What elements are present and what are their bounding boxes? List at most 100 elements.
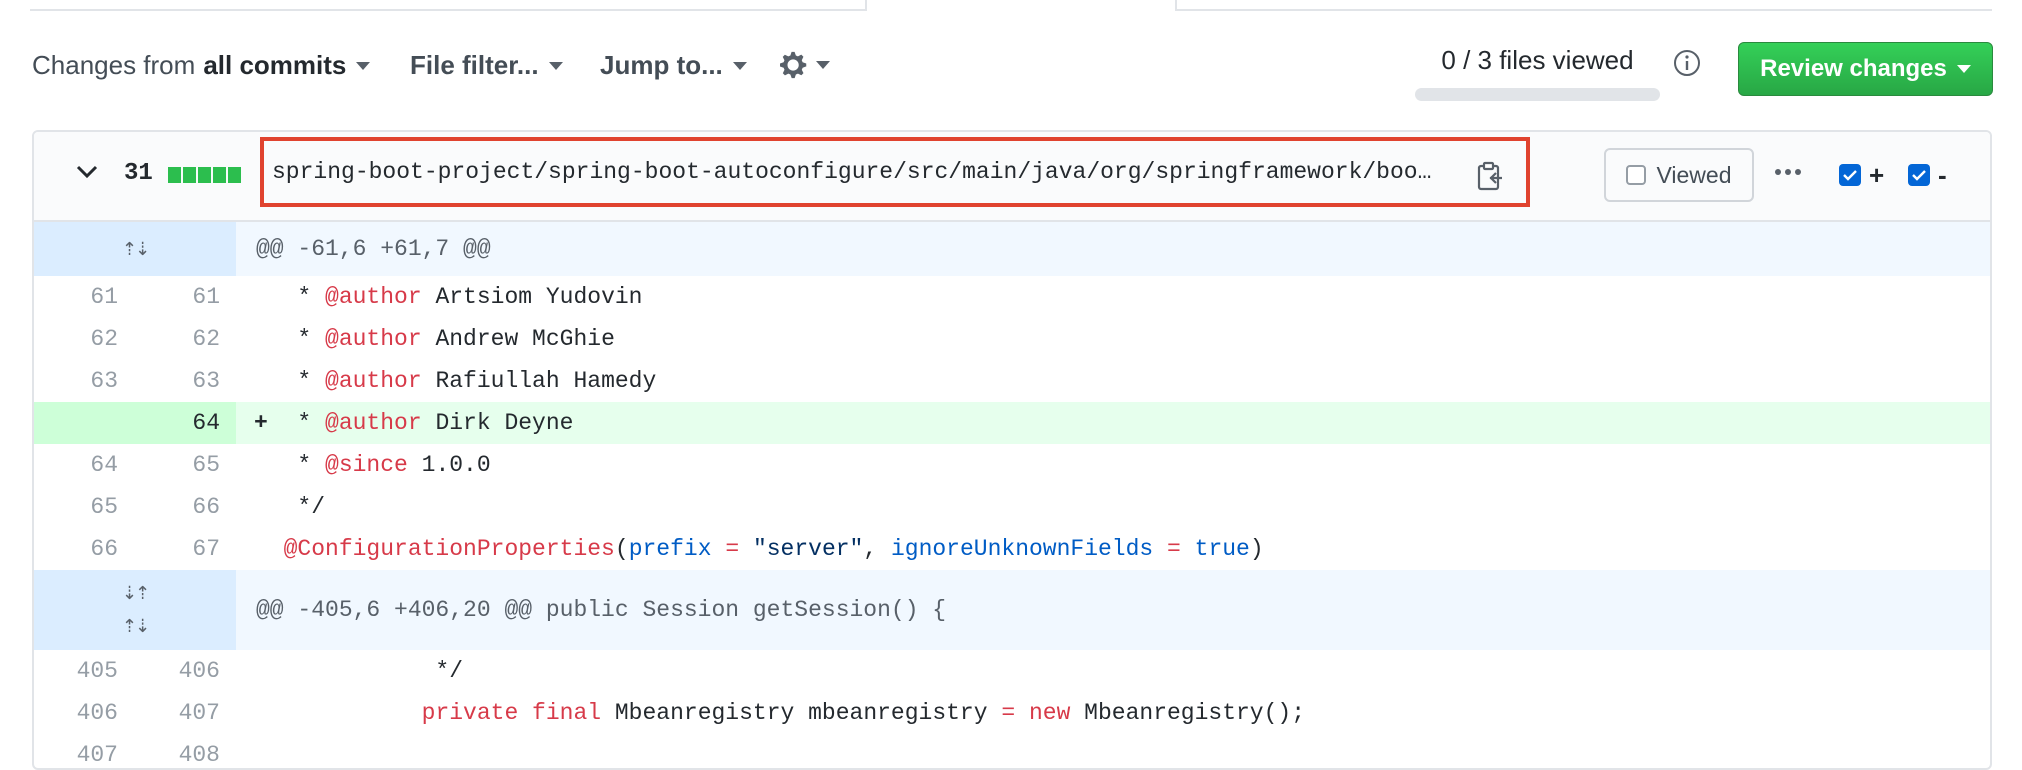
new-line-number[interactable]: 64 [134, 402, 236, 444]
new-line-number[interactable]: 62 [134, 318, 236, 360]
code-line: * @since 1.0.0 [236, 444, 1990, 486]
diff-line: 66 67 @ConfigurationProperties(prefix = … [34, 528, 1990, 570]
check-icon [1908, 164, 1930, 186]
javadoc-tag: @author [325, 410, 422, 436]
annotation: @ConfigurationProperties [283, 536, 615, 562]
code-line: + * @author Dirk Deyne [236, 402, 1990, 444]
chevron-down-icon [76, 165, 98, 179]
diffstat-block [198, 167, 211, 183]
keyword: new [1015, 700, 1071, 726]
param-name: prefix [628, 536, 712, 562]
diffstat-bar [168, 167, 241, 183]
new-line-number[interactable]: 61 [134, 276, 236, 318]
code-text: * [256, 284, 326, 310]
unfold-up-icon[interactable]: ⇡⇣ [122, 616, 150, 637]
diff-settings-dropdown[interactable] [780, 50, 830, 80]
file-filter-label: File filter... [410, 50, 539, 80]
viewed-toggle[interactable]: Viewed [1604, 148, 1754, 202]
info-icon[interactable] [1672, 48, 1702, 83]
diff-toolbar: Changes from all commits File filter... … [32, 40, 1993, 101]
unfold-down-icon[interactable]: ⇣⇡ [122, 583, 150, 604]
code-line: @ConfigurationProperties(prefix = "serve… [236, 528, 1990, 570]
caret-down-icon [356, 61, 371, 70]
new-line-number[interactable]: 65 [134, 444, 236, 486]
diffstat-block [213, 167, 226, 183]
file-actions-button[interactable] [1774, 164, 1802, 182]
javadoc-tag: @author [325, 284, 422, 310]
file-path-link[interactable]: spring-boot-project/spring-boot-autoconf… [272, 159, 1437, 185]
code-text: Mbeanregistry(); [1070, 700, 1306, 726]
old-line-number[interactable]: 64 [34, 444, 134, 486]
new-line-number[interactable]: 408 [134, 734, 236, 768]
collapse-file-button[interactable] [76, 164, 98, 185]
hunk-header: ⇡⇣ @@ -61,6 +61,7 @@ [34, 222, 1990, 276]
code-line: * @author Andrew McGhie [236, 318, 1990, 360]
review-changes-label: Review changes [1760, 55, 1947, 82]
new-line-number[interactable]: 66 [134, 486, 236, 528]
new-line-number[interactable]: 67 [134, 528, 236, 570]
old-line-number[interactable]: 406 [34, 692, 134, 734]
code-text: Andrew McGhie [421, 326, 615, 352]
code-text: , [863, 536, 891, 562]
code-text: * [256, 368, 326, 394]
javadoc-tag: @author [325, 326, 422, 352]
old-line-number[interactable]: 62 [34, 318, 134, 360]
code-text: Mbeanregistry mbeanregistry [601, 700, 1002, 726]
jump-to-dropdown[interactable]: Jump to... [600, 50, 747, 81]
old-line-number[interactable]: 405 [34, 650, 134, 692]
unfold-up-icon: ⇡⇣ [121, 238, 150, 260]
code-line: private final Mbeanregistry mbeanregistr… [236, 692, 1990, 734]
top-tab-strip [30, 0, 1992, 11]
show-additions-checkbox[interactable]: + [1839, 160, 1885, 190]
diff-line: 407 408 [34, 734, 1990, 768]
diff-line-added: 64 + * @author Dirk Deyne [34, 402, 1990, 444]
changes-from-label: Changes from [32, 50, 196, 80]
changed-lines-count: 31 [124, 160, 153, 187]
old-line-number[interactable]: 65 [34, 486, 134, 528]
diffstat-block [168, 167, 181, 183]
files-viewed-bar [1415, 88, 1660, 101]
boolean-literal: true [1194, 536, 1250, 562]
caret-down-icon [548, 61, 563, 70]
addition-marker: + [254, 410, 268, 436]
code-text: Rafiullah Hamedy [421, 368, 657, 394]
code-text: 1.0.0 [407, 452, 491, 478]
diff-line: 64 65 * @since 1.0.0 [34, 444, 1990, 486]
hunk-header-text: @@ -61,6 +61,7 @@ [256, 236, 491, 262]
diff-line: 406 407 private final Mbeanregistry mbea… [34, 692, 1990, 734]
tab-strip-right [1175, 0, 1992, 11]
file-filter-dropdown[interactable]: File filter... [410, 50, 563, 81]
file-header: 31 spring-boot-project/spring-boot-autoc… [34, 132, 1990, 222]
viewed-checkbox[interactable] [1626, 165, 1647, 185]
viewed-label: Viewed [1656, 161, 1732, 188]
new-line-number[interactable]: 63 [134, 360, 236, 402]
additions-symbol: + [1869, 160, 1885, 190]
copy-path-button[interactable] [1476, 161, 1504, 196]
keyword: private final [421, 700, 602, 726]
review-changes-button[interactable]: Review changes [1738, 42, 1993, 96]
jump-to-label: Jump to... [600, 50, 723, 80]
old-line-number[interactable]: 63 [34, 360, 134, 402]
files-viewed-text: 0 / 3 files viewed [1441, 45, 1634, 75]
tab-strip-left [30, 0, 867, 11]
code-text: */ [256, 494, 326, 520]
show-deletions-checkbox[interactable]: - [1908, 162, 1947, 188]
expand-buttons: ⇣⇡ ⇡⇣ [34, 570, 236, 650]
old-line-number[interactable]: 66 [34, 528, 134, 570]
old-line-number[interactable] [34, 402, 134, 444]
javadoc-tag: @author [325, 368, 422, 394]
gear-icon [780, 51, 807, 79]
code-text: ( [614, 536, 629, 562]
code-line: */ [236, 486, 1990, 528]
string-literal: "server" [752, 536, 864, 562]
code-text: Dirk Deyne [421, 410, 574, 436]
expand-up-button[interactable]: ⇡⇣ [34, 222, 236, 276]
changes-from-dropdown[interactable]: Changes from all commits [32, 50, 371, 81]
new-line-number[interactable]: 406 [134, 650, 236, 692]
old-line-number[interactable]: 407 [34, 734, 134, 768]
new-line-number[interactable]: 407 [134, 692, 236, 734]
param-name: ignoreUnknownFields [890, 536, 1154, 562]
old-line-number[interactable]: 61 [34, 276, 134, 318]
